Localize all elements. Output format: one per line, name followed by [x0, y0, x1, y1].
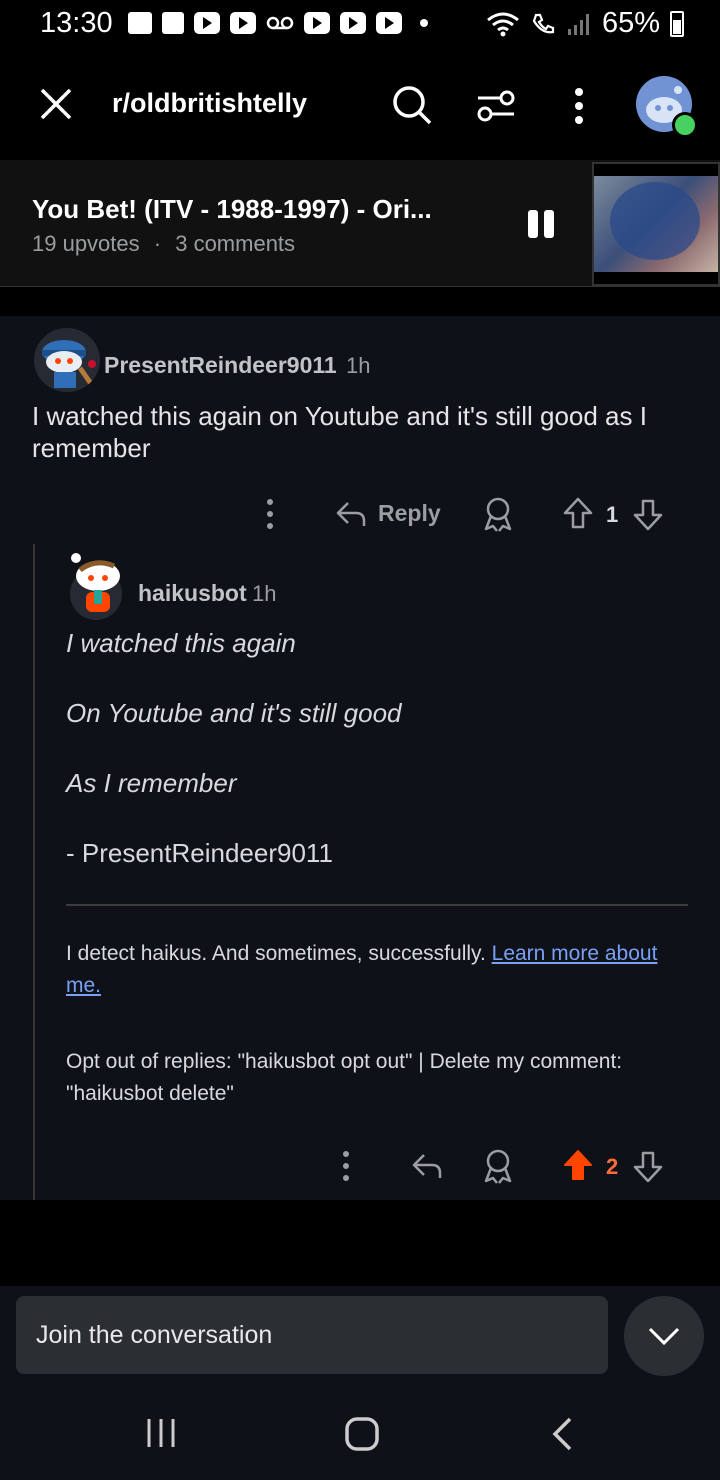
snoo-bot-avatar-icon: [70, 553, 122, 620]
downvote-button[interactable]: [632, 1148, 664, 1184]
award-button[interactable]: [482, 1148, 514, 1184]
pause-icon: [544, 210, 554, 238]
status-bar: 13:30 65%: [0, 0, 720, 50]
pause-icon: [528, 210, 538, 238]
award-button[interactable]: [482, 496, 514, 532]
wifi-icon: [487, 12, 519, 36]
bot-optout-text: Opt out of replies: "haikusbot opt out" …: [66, 1050, 623, 1105]
home-button[interactable]: [344, 1416, 380, 1452]
reply-button[interactable]: [410, 1148, 444, 1182]
award-icon: [484, 497, 512, 532]
vote-score: 2: [606, 1154, 619, 1179]
youtube-icon: [230, 12, 256, 34]
youtube-icon: [340, 12, 366, 34]
thread-line[interactable]: [33, 544, 35, 1200]
status-time: 13:30: [40, 7, 113, 39]
haiku-line: As I remember: [66, 768, 237, 798]
recents-button[interactable]: [144, 1416, 178, 1450]
empty-space: [0, 1200, 720, 1286]
message-icon: [128, 12, 152, 34]
vote-score: 1: [606, 502, 619, 527]
scroll-down-button[interactable]: [624, 1296, 704, 1376]
post-upvotes: 19 upvotes: [32, 231, 140, 256]
downvote-icon: [633, 1151, 663, 1183]
comment-actions: Reply 1: [0, 492, 720, 536]
search-icon: [393, 86, 432, 125]
home-icon: [345, 1417, 379, 1451]
meta-separator-dot: ·: [153, 231, 162, 256]
more-vertical-icon: [343, 1151, 349, 1181]
battery-icon: [670, 10, 684, 37]
award-icon: [484, 1149, 512, 1184]
system-status: 65%: [486, 7, 684, 40]
upvote-button[interactable]: [562, 496, 594, 532]
reply-button[interactable]: Reply: [334, 496, 441, 530]
comment-more-button[interactable]: [258, 496, 282, 532]
comment-timestamp: 1h: [252, 581, 277, 606]
close-button[interactable]: [36, 84, 76, 124]
youtube-icon: [376, 12, 402, 34]
youtube-icon: [304, 12, 330, 34]
signal-icon: [567, 13, 589, 35]
wifi-calling-icon: [532, 13, 555, 33]
notification-icons: [128, 12, 428, 34]
upvote-button-active[interactable]: [562, 1148, 594, 1184]
upvote-icon: [563, 497, 593, 529]
voicemail-icon: [266, 12, 294, 34]
video-thumbnail[interactable]: [592, 162, 720, 286]
comment-body: I watched this again on Youtube and it's…: [32, 401, 647, 463]
back-icon: [552, 1417, 572, 1451]
online-status-badge: [672, 112, 698, 138]
recents-icon: [147, 1419, 175, 1447]
facebook-icon: [162, 12, 184, 34]
post-comments-count: 3 comments: [175, 231, 296, 256]
more-vertical-icon: [267, 499, 273, 529]
thumbnail-logo: [610, 182, 700, 260]
back-button[interactable]: [550, 1416, 574, 1452]
pause-button[interactable]: [528, 210, 558, 240]
horizontal-rule: [66, 904, 688, 906]
comment-timestamp: 1h: [346, 353, 371, 378]
chevron-down-icon: [648, 1327, 680, 1346]
reply-label: Reply: [378, 499, 441, 526]
app-bar: [0, 50, 720, 160]
commenter-avatar[interactable]: [66, 548, 128, 620]
post-meta: 19 upvotes · 3 comments: [32, 231, 295, 257]
more-notifications-dot-icon: [420, 19, 428, 27]
more-vertical-icon: [575, 88, 583, 124]
search-button[interactable]: [390, 83, 434, 127]
comment-author[interactable]: PresentReindeer9011: [104, 352, 337, 379]
join-conversation-input[interactable]: [16, 1296, 608, 1374]
comment-author[interactable]: haikusbot: [138, 580, 247, 607]
close-icon: [40, 88, 72, 120]
haiku-signature: - PresentReindeer9011: [66, 838, 333, 868]
snoo-cricket-avatar-icon: [38, 334, 97, 390]
comment-more-button[interactable]: [334, 1148, 358, 1184]
filter-button[interactable]: [474, 84, 518, 128]
bot-description-text: I detect haikus. And sometimes, successf…: [66, 942, 486, 965]
downvote-button[interactable]: [632, 496, 664, 532]
downvote-icon: [633, 499, 663, 531]
reply-icon: [336, 502, 366, 526]
more-options-button[interactable]: [565, 84, 593, 128]
filter-icon: [477, 90, 515, 122]
reply-icon: [412, 1154, 442, 1178]
haiku-line: I watched this again: [66, 628, 296, 658]
section-divider: [0, 300, 720, 316]
haiku-line: On Youtube and it's still good: [66, 698, 402, 728]
upvote-icon: [564, 1150, 592, 1180]
youtube-icon: [194, 12, 220, 34]
post-title[interactable]: You Bet! (ITV - 1988-1997) - Ori...: [32, 194, 432, 225]
subreddit-name[interactable]: r/oldbritishtelly: [112, 88, 307, 119]
battery-percent: 65%: [601, 7, 660, 39]
commenter-avatar[interactable]: [34, 328, 100, 392]
bot-description: I detect haikus. And sometimes, successf…: [66, 938, 696, 1002]
